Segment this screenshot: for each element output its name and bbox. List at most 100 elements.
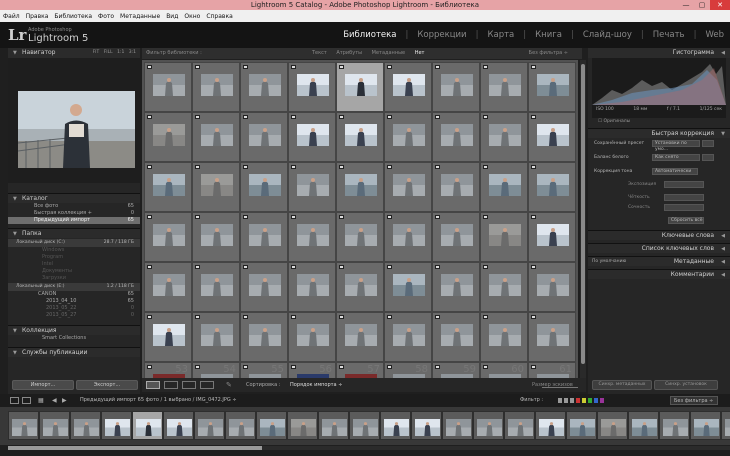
- grid-cell[interactable]: [384, 112, 432, 162]
- grid-cell[interactable]: [144, 212, 192, 262]
- grid-cell[interactable]: [288, 262, 336, 312]
- grid-cell[interactable]: [480, 312, 528, 362]
- folder-item[interactable]: Program: [8, 254, 140, 261]
- grid-cell[interactable]: 55: [240, 362, 288, 378]
- folder-item-date[interactable]: 2013_04_10 65: [8, 298, 140, 305]
- grid-cell[interactable]: 61: [528, 362, 576, 378]
- exposure-buttons[interactable]: [664, 181, 704, 188]
- grid-scrollbar-thumb[interactable]: [581, 64, 585, 364]
- zoom-3-1[interactable]: 3:1: [129, 50, 136, 55]
- module-print[interactable]: Печать: [653, 30, 685, 40]
- grid-cell[interactable]: [384, 212, 432, 262]
- filmstrip-thumb[interactable]: [132, 411, 163, 440]
- grid-cell[interactable]: [192, 212, 240, 262]
- export-button[interactable]: Экспорт...: [76, 380, 138, 390]
- menu-library[interactable]: Библиотека: [51, 13, 95, 20]
- grid-cell[interactable]: [432, 212, 480, 262]
- filter-none[interactable]: Нет: [415, 50, 425, 56]
- grid-cell[interactable]: 53: [144, 362, 192, 378]
- secondary-window-icon[interactable]: [10, 397, 19, 404]
- zoom-options[interactable]: FIT FILL 1:1 3:1: [93, 48, 136, 58]
- grid-cell[interactable]: [384, 262, 432, 312]
- grid-cell[interactable]: [240, 62, 288, 112]
- grid-cell[interactable]: [144, 262, 192, 312]
- grid-cell[interactable]: [480, 162, 528, 212]
- grid-cell[interactable]: [192, 312, 240, 362]
- grid-cell[interactable]: 59: [432, 362, 480, 378]
- grid-cell[interactable]: [384, 162, 432, 212]
- filter-text[interactable]: Текст: [312, 50, 327, 56]
- grid-cell[interactable]: [240, 112, 288, 162]
- filmstrip-thumb[interactable]: [349, 411, 380, 440]
- grid-cell[interactable]: [528, 212, 576, 262]
- zoom-1-1[interactable]: 1:1: [117, 50, 124, 55]
- grid-cell[interactable]: [528, 112, 576, 162]
- filmstrip-thumb[interactable]: [659, 411, 690, 440]
- module-map[interactable]: Карта: [487, 30, 514, 40]
- filmstrip-thumb[interactable]: [318, 411, 349, 440]
- disk-c[interactable]: Локальный диск (C:) 28.7 / 118 ГБ: [8, 239, 140, 247]
- grid-cell[interactable]: [240, 212, 288, 262]
- disk-e[interactable]: Локальный диск (E:) 1.2 / 118 ГБ: [8, 283, 140, 291]
- grid-cell[interactable]: [144, 162, 192, 212]
- grid-cell[interactable]: [288, 112, 336, 162]
- grid-cell[interactable]: [240, 262, 288, 312]
- sync-settings-button[interactable]: Синхр. установок: [654, 380, 718, 390]
- filmstrip-thumb[interactable]: [101, 411, 132, 440]
- filmstrip-thumb[interactable]: [256, 411, 287, 440]
- module-web[interactable]: Web: [705, 30, 724, 40]
- navigator-preview[interactable]: [8, 58, 140, 183]
- sort-dropdown[interactable]: Порядок импорта ÷: [290, 378, 342, 392]
- filmstrip-thumb[interactable]: [39, 411, 70, 440]
- folder-item[interactable]: Windows: [8, 247, 140, 254]
- grid-cell[interactable]: [288, 212, 336, 262]
- forward-arrow-icon[interactable]: ▶: [62, 394, 67, 407]
- menu-help[interactable]: Справка: [203, 13, 235, 20]
- grid-cell[interactable]: [144, 312, 192, 362]
- survey-view-icon[interactable]: [200, 381, 214, 389]
- filmstrip-thumb[interactable]: [721, 411, 730, 440]
- module-library[interactable]: Библиотека: [343, 30, 396, 40]
- filmstrip-thumb[interactable]: [597, 411, 628, 440]
- compare-view-icon[interactable]: [182, 381, 196, 389]
- filmstrip-filter-dropdown[interactable]: Без фильтра ÷: [670, 396, 718, 405]
- folder-item[interactable]: Документы: [8, 268, 140, 275]
- grid-cell[interactable]: 54: [192, 362, 240, 378]
- grid-cell[interactable]: [192, 262, 240, 312]
- filmstrip-thumb[interactable]: [287, 411, 318, 440]
- grid-cell[interactable]: [288, 312, 336, 362]
- filmstrip-thumb[interactable]: [380, 411, 411, 440]
- grid-cell[interactable]: [288, 62, 336, 112]
- folder-item-date[interactable]: 2013_05_22 0: [8, 305, 140, 312]
- filmstrip-source-info[interactable]: Предыдущий импорт 65 фото / 1 выбрано / …: [80, 394, 237, 407]
- grid-icon[interactable]: ▦: [38, 394, 44, 407]
- grid-cell[interactable]: 60: [480, 362, 528, 378]
- filmstrip-thumb[interactable]: [411, 411, 442, 440]
- zoom-fill[interactable]: FILL: [104, 50, 113, 55]
- loupe-view-icon[interactable]: [164, 381, 178, 389]
- grid-cell[interactable]: [528, 162, 576, 212]
- grid-cell[interactable]: [336, 112, 384, 162]
- filmstrip-thumb[interactable]: [535, 411, 566, 440]
- filmstrip-thumb[interactable]: [566, 411, 597, 440]
- catalog-item-quick[interactable]: Быстрая коллекция + 0: [8, 210, 140, 217]
- grid-view-icon[interactable]: [146, 381, 160, 389]
- minimize-button[interactable]: —: [678, 0, 694, 10]
- white-balance-arrow[interactable]: [702, 154, 714, 161]
- grid-cell[interactable]: [336, 312, 384, 362]
- flag-filters[interactable]: [558, 398, 608, 403]
- menu-view[interactable]: Вид: [163, 13, 181, 20]
- filmstrip-thumb[interactable]: [70, 411, 101, 440]
- maximize-button[interactable]: ▢: [694, 0, 710, 10]
- grid-cell[interactable]: [384, 62, 432, 112]
- grid-cell[interactable]: [336, 162, 384, 212]
- grid-cell[interactable]: [240, 312, 288, 362]
- grid-cell[interactable]: [336, 62, 384, 112]
- grid-cell[interactable]: [336, 262, 384, 312]
- histogram-header[interactable]: Гистограмма ◀: [588, 48, 730, 58]
- menu-file[interactable]: Файл: [0, 13, 23, 20]
- keyword-list-header[interactable]: Список ключевых слов ◀: [588, 243, 730, 253]
- folder-item[interactable]: Загрузки: [8, 275, 140, 282]
- filter-metadata[interactable]: Метаданные: [372, 50, 405, 56]
- grid-cell[interactable]: [192, 112, 240, 162]
